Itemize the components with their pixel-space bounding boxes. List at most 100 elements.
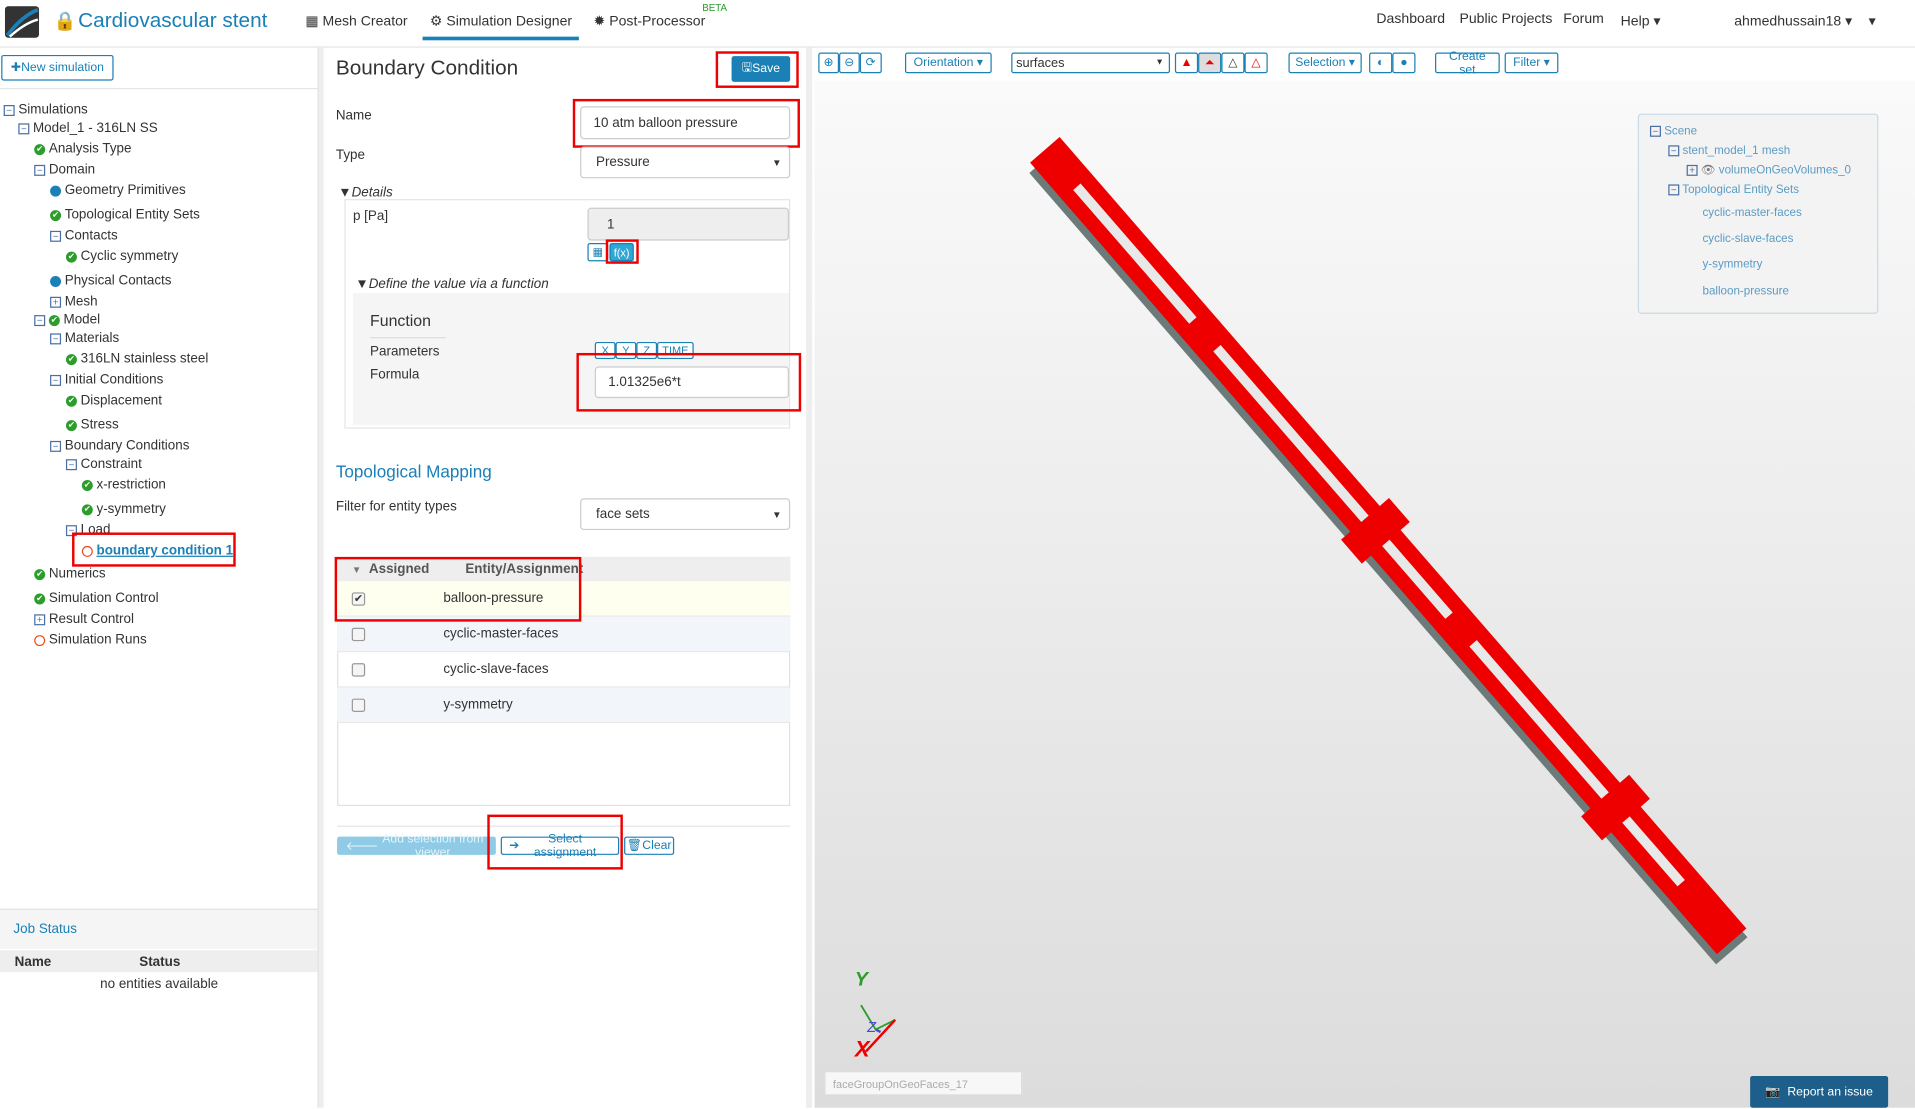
eye-icon[interactable]: 👁	[1701, 164, 1716, 177]
check-icon: ✔	[50, 209, 62, 221]
collapse-icon: −	[50, 440, 62, 452]
link-forum[interactable]: Forum	[1563, 12, 1604, 27]
tree-item[interactable]: + Mesh	[50, 294, 98, 309]
type-label: Type	[335, 147, 365, 163]
tree-item[interactable]: ✔ Analysis Type	[34, 142, 131, 156]
new-simulation-button[interactable]: ✚ New simulation	[1, 54, 114, 81]
selection-dropdown[interactable]: Selection ▾	[1288, 52, 1362, 74]
tree-label: Topological Entity Sets	[64, 207, 200, 223]
points-mode-icon[interactable]: △	[1244, 52, 1268, 74]
tree-item[interactable]: ✔ Cyclic symmetry	[65, 249, 179, 264]
splitter[interactable]	[318, 47, 324, 1108]
tree-item[interactable]: − Materials	[50, 331, 119, 346]
type-select[interactable]: Pressure ▼	[580, 146, 791, 179]
tree-item[interactable]: ✔ 316LN stainless steel	[65, 352, 208, 366]
clear-button[interactable]: 🗑 Clear	[624, 836, 675, 855]
help-menu[interactable]: Help ▾	[1620, 12, 1661, 30]
render-mode-select[interactable]: surfaces ▼	[1011, 52, 1171, 74]
add-selection-button[interactable]: 🡐 Add selection from viewer	[337, 832, 496, 859]
surface-mode-icon[interactable]: ▲	[1174, 52, 1199, 74]
scene-set[interactable]: balloon-pressure	[1702, 285, 1788, 298]
tree-item[interactable]: ✔ Numerics	[34, 566, 106, 582]
user-menu[interactable]: ahmedhussain18 ▾	[1734, 12, 1852, 30]
scene-root[interactable]: − Scene	[1649, 125, 1697, 138]
tree-item[interactable]: − Contacts	[50, 228, 118, 243]
filter-dropdown[interactable]: Filter ▾	[1504, 52, 1559, 74]
highlight-box	[487, 814, 623, 870]
hide-icon[interactable]: ◐	[1369, 52, 1393, 74]
tab-simulation-designer[interactable]: ⚙ Simulation Designer	[422, 12, 580, 41]
selection-status-field[interactable]: faceGroupOnGeoFaces_17	[824, 1071, 1023, 1096]
tree-item[interactable]: ✔ Topological Entity Sets	[50, 207, 200, 223]
tree-item[interactable]: − Model_1 - 316LN SS	[18, 120, 158, 136]
tab-post-processor[interactable]: ✹ Post-Processor	[594, 12, 706, 30]
scene-set[interactable]: cyclic-master-faces	[1702, 206, 1801, 219]
zoom-out-button[interactable]: ⊖	[839, 52, 860, 74]
check-icon: ✔	[34, 568, 46, 580]
link-public-projects[interactable]: Public Projects	[1459, 12, 1552, 27]
scene-mesh[interactable]: − stent_model_1 mesh	[1668, 144, 1790, 158]
link-dashboard[interactable]: Dashboard	[1376, 12, 1445, 27]
select-value: face sets	[595, 506, 650, 522]
orientation-dropdown[interactable]: Orientation ▾	[904, 52, 992, 74]
p-input[interactable]: 1	[587, 207, 789, 241]
table-row[interactable]: cyclic-slave-faces	[337, 652, 791, 688]
tree-label: Cyclic symmetry	[80, 249, 179, 264]
tree-item[interactable]: − ✔ Model	[34, 313, 100, 327]
tree-item[interactable]: − Domain	[34, 162, 95, 177]
define-function-toggle[interactable]: ▼Define the value via a function	[355, 277, 548, 292]
lock-icon: 🔒	[53, 10, 77, 32]
tree-item[interactable]: ✔ Simulation Control	[34, 591, 159, 606]
scene-set[interactable]: y-symmetry	[1702, 258, 1762, 271]
tab-mesh-creator[interactable]: ▦ Mesh Creator	[305, 12, 407, 30]
create-set-button[interactable]: Create set	[1435, 49, 1500, 76]
scene-entity-sets[interactable]: − Topological Entity Sets	[1668, 183, 1799, 197]
button-label: Orientation	[913, 56, 974, 70]
tree-label: Materials	[64, 330, 120, 346]
table-row[interactable]: cyclic-master-faces	[337, 616, 791, 653]
report-issue-button[interactable]: 📷 Report an issue	[1750, 1075, 1889, 1108]
assigned-checkbox[interactable]	[351, 663, 366, 677]
tree-item[interactable]: − Initial Conditions	[50, 372, 163, 387]
tree-item[interactable]: ✔ Displacement	[65, 393, 162, 408]
highlight-box	[576, 352, 802, 412]
tree-label: Model_1 - 316LN SS	[32, 120, 158, 136]
surface-edges-mode-icon[interactable]: ⏶	[1198, 52, 1222, 74]
assigned-checkbox[interactable]	[351, 627, 366, 642]
tree-item[interactable]: − Boundary Conditions	[50, 438, 189, 453]
tree-item[interactable]: Geometry Primitives	[50, 183, 186, 198]
username: ahmedhussain18	[1734, 14, 1842, 30]
table-row[interactable]: y-symmetry	[337, 687, 791, 724]
tree-item[interactable]: Physical Contacts	[50, 274, 172, 288]
scene-volume[interactable]: + 👁 volumeOnGeoVolumes_0	[1686, 163, 1852, 178]
caret-icon: ▼	[771, 508, 782, 520]
scene-label: volumeOnGeoVolumes_0	[1718, 163, 1852, 178]
tree-item[interactable]: + Result Control	[34, 612, 134, 627]
filter-select[interactable]: face sets ▼	[580, 498, 791, 531]
tree-item[interactable]: ✔ y-symmetry	[81, 502, 166, 517]
extra-menu-caret[interactable]: ▾	[1869, 12, 1876, 30]
wireframe-mode-icon[interactable]: △	[1221, 52, 1245, 74]
tree-label: Numerics	[48, 566, 106, 582]
tree-item[interactable]: ✔ Stress	[65, 418, 119, 432]
tree-item[interactable]: − Constraint	[65, 457, 142, 471]
check-icon: ✔	[65, 419, 77, 431]
job-status-title: Job Status	[13, 922, 77, 937]
tree-item[interactable]: Simulation Runs	[34, 633, 147, 647]
zoom-in-button[interactable]: ⊕	[818, 52, 840, 74]
scene-set[interactable]: cyclic-slave-faces	[1702, 232, 1793, 245]
collapse-icon: −	[1649, 125, 1661, 137]
reset-view-button[interactable]: ⟳	[859, 52, 882, 74]
collapse-icon: −	[65, 458, 77, 470]
assigned-checkbox[interactable]	[351, 698, 366, 713]
collapse-icon: −	[34, 314, 46, 326]
tree-item[interactable]: − Simulations	[3, 103, 88, 117]
splitter[interactable]	[806, 47, 813, 1108]
show-icon[interactable]: ●	[1392, 52, 1416, 74]
caret-icon: ▼	[771, 156, 782, 168]
tab-label: Post-Processor	[609, 14, 706, 30]
help-label: Help	[1620, 14, 1650, 30]
axis-x-label: X	[854, 1036, 870, 1062]
tree-item[interactable]: ✔ x-restriction	[81, 478, 166, 492]
collapse-icon: −	[1668, 145, 1680, 157]
